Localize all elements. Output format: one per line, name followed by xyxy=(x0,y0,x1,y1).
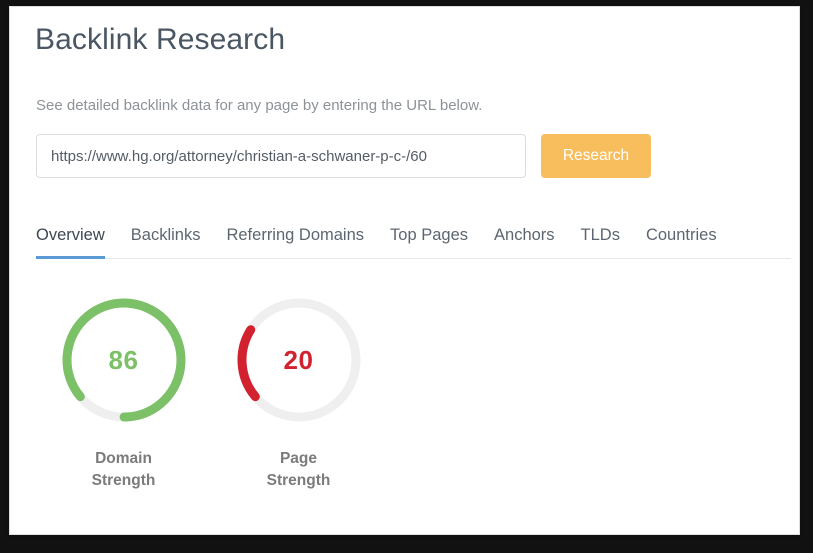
backlink-research-card: Backlink Research See detailed backlink … xyxy=(9,6,800,535)
page-strength-label-line2: Strength xyxy=(266,472,331,490)
tab-countries[interactable]: Countries xyxy=(646,226,717,259)
screenshot-frame: Backlink Research See detailed backlink … xyxy=(0,0,813,553)
url-search-row: Research xyxy=(36,134,651,178)
page-strength-label: Page Strength xyxy=(244,448,354,493)
tab-backlinks[interactable]: Backlinks xyxy=(131,226,201,259)
domain-strength-label-line2: Strength xyxy=(91,472,156,490)
tab-anchors[interactable]: Anchors xyxy=(494,226,555,259)
page-strength-value: 20 xyxy=(283,344,314,375)
tab-top-pages[interactable]: Top Pages xyxy=(390,226,468,259)
domain-strength-label-line1: Domain xyxy=(95,450,152,467)
page-title: Backlink Research xyxy=(35,23,286,56)
strength-gauges: 86 Domain Strength 20 Page Strength xyxy=(36,293,386,493)
domain-strength-value: 86 xyxy=(108,344,139,375)
tab-referring-domains[interactable]: Referring Domains xyxy=(226,226,364,259)
tab-overview[interactable]: Overview xyxy=(36,226,105,259)
research-button[interactable]: Research xyxy=(541,134,651,178)
domain-strength-ring: 86 xyxy=(57,293,191,427)
page-strength-label-line1: Page xyxy=(279,450,318,467)
page-strength-ring: 20 xyxy=(232,293,366,427)
page-strength-gauge: 20 Page Strength xyxy=(211,293,386,493)
tab-tlds[interactable]: TLDs xyxy=(581,226,620,259)
tab-bar: Overview Backlinks Referring Domains Top… xyxy=(36,213,791,259)
url-input[interactable] xyxy=(36,134,526,178)
domain-strength-label: Domain Strength xyxy=(69,448,179,493)
page-subtitle: See detailed backlink data for any page … xyxy=(36,97,483,114)
domain-strength-gauge: 86 Domain Strength xyxy=(36,293,211,493)
